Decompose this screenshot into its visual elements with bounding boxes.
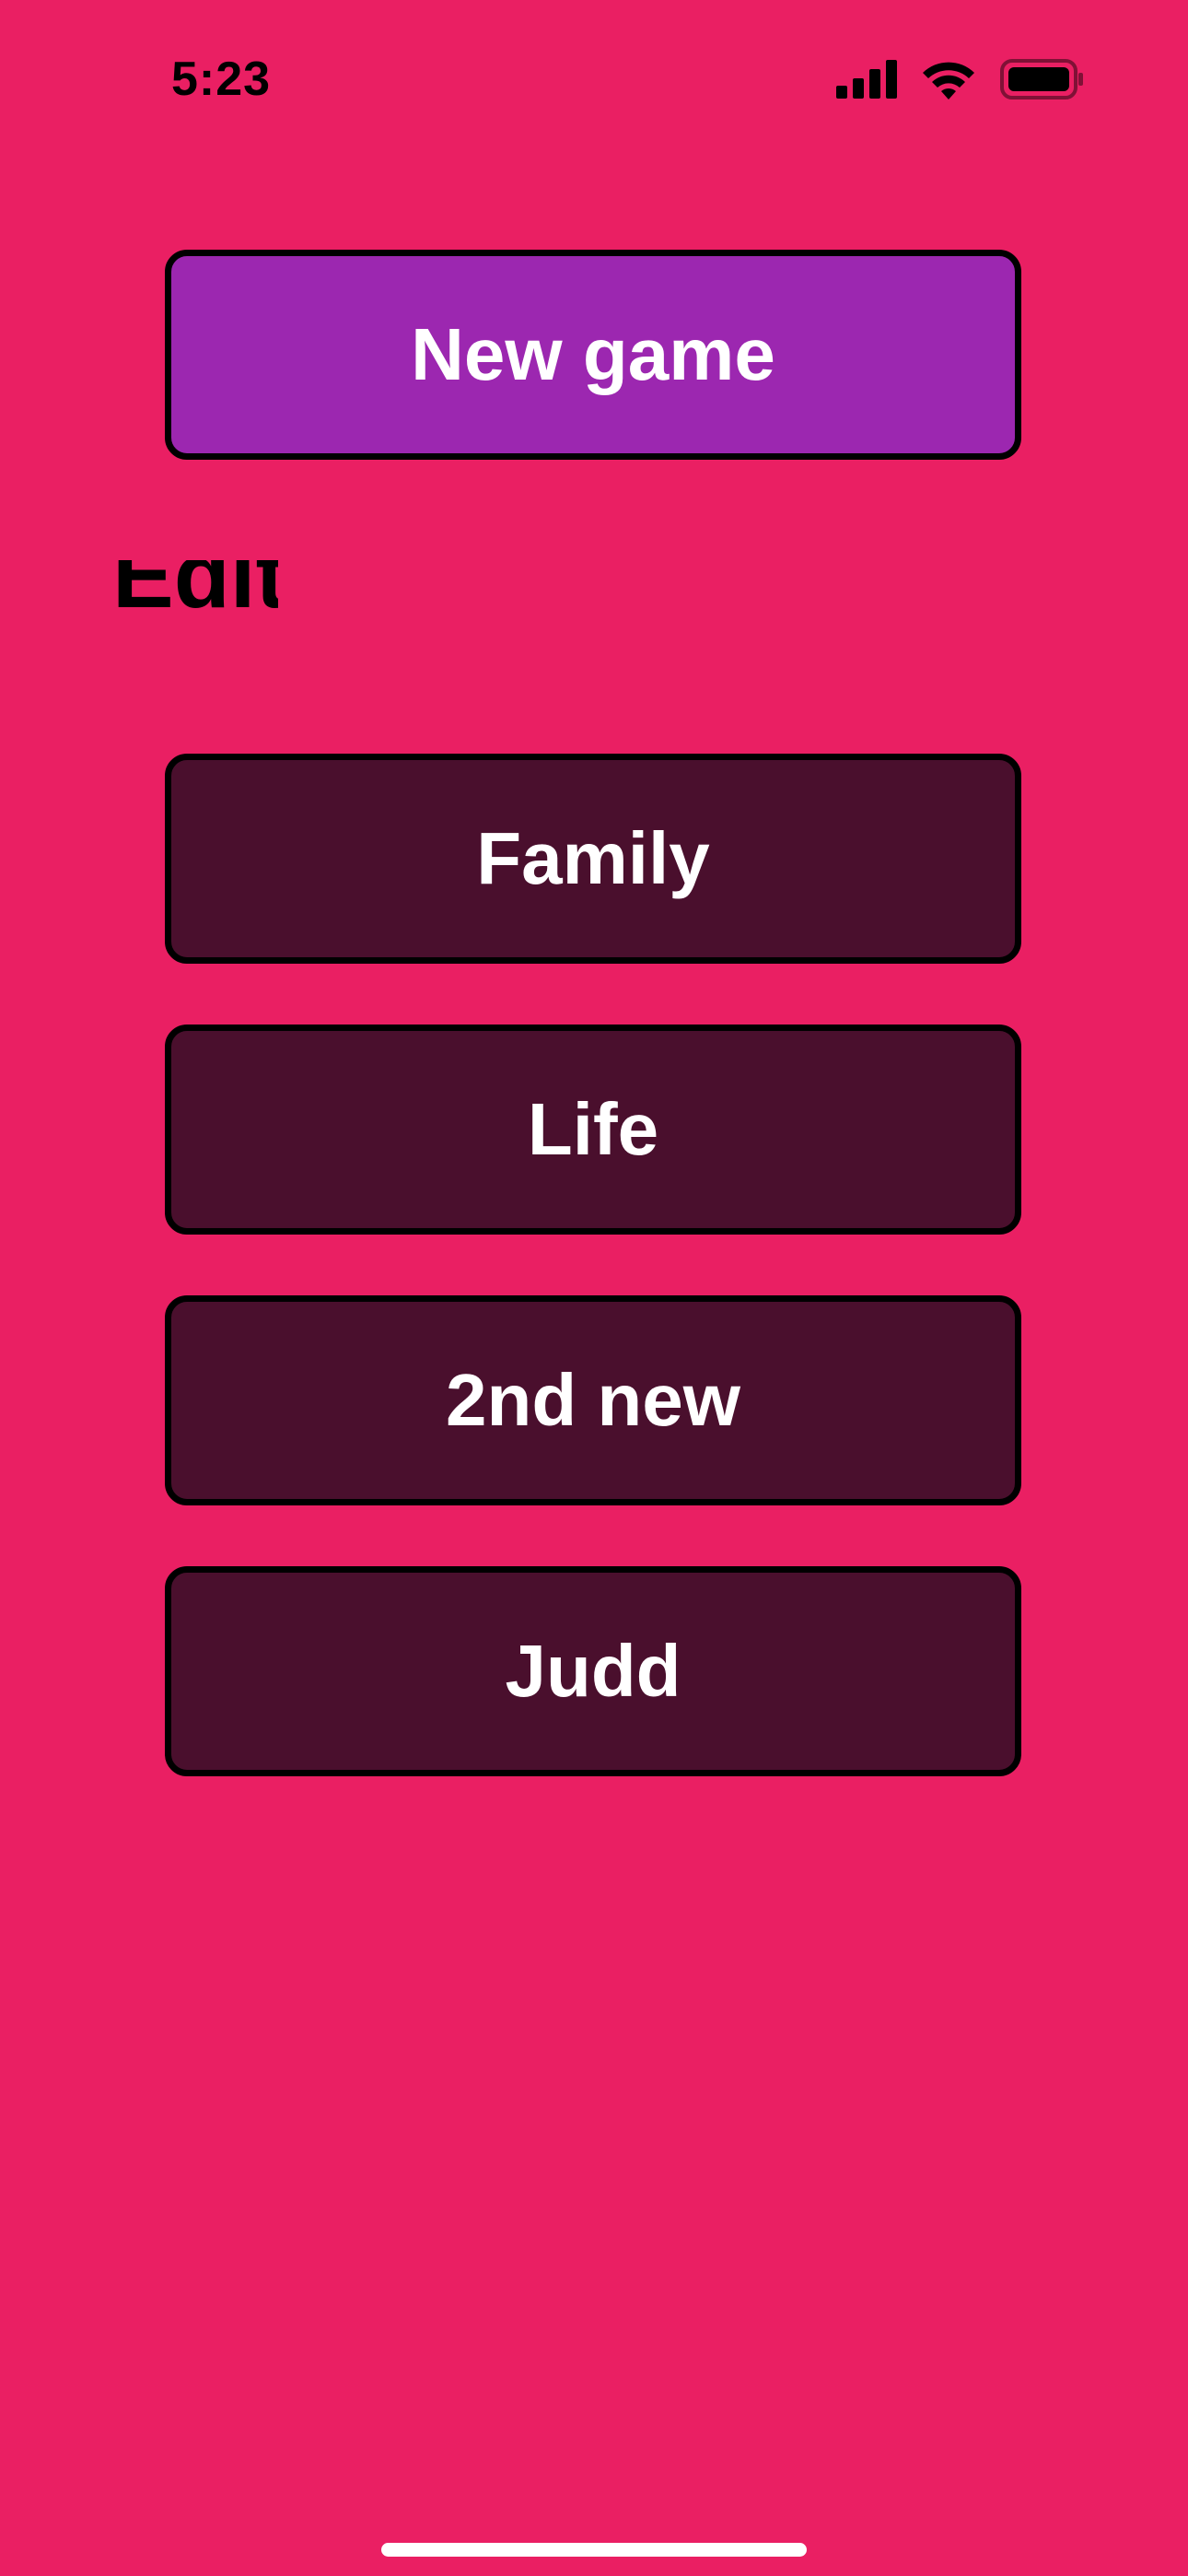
- deck-label: Life: [527, 1088, 659, 1170]
- deck-label: 2nd new: [445, 1359, 741, 1441]
- status-icons: [836, 59, 1085, 100]
- wifi-icon: [923, 62, 974, 100]
- deck-label: Family: [476, 817, 710, 899]
- edit-section-label: Edit: [112, 560, 278, 625]
- deck-label: Judd: [505, 1630, 681, 1712]
- deck-button-2nd-new[interactable]: 2nd new: [165, 1295, 1021, 1505]
- new-game-button[interactable]: New game: [165, 250, 1021, 460]
- deck-button-family[interactable]: Family: [165, 754, 1021, 964]
- status-time: 5:23: [171, 53, 272, 106]
- cellular-signal-icon: [836, 60, 897, 99]
- edit-section-text: Edit: [112, 560, 278, 625]
- deck-button-life[interactable]: Life: [165, 1025, 1021, 1235]
- new-game-label: New game: [411, 313, 775, 395]
- battery-icon: [1000, 59, 1083, 100]
- deck-button-judd[interactable]: Judd: [165, 1566, 1021, 1776]
- status-bar: 5:23: [0, 0, 1188, 157]
- home-indicator[interactable]: [381, 2543, 807, 2557]
